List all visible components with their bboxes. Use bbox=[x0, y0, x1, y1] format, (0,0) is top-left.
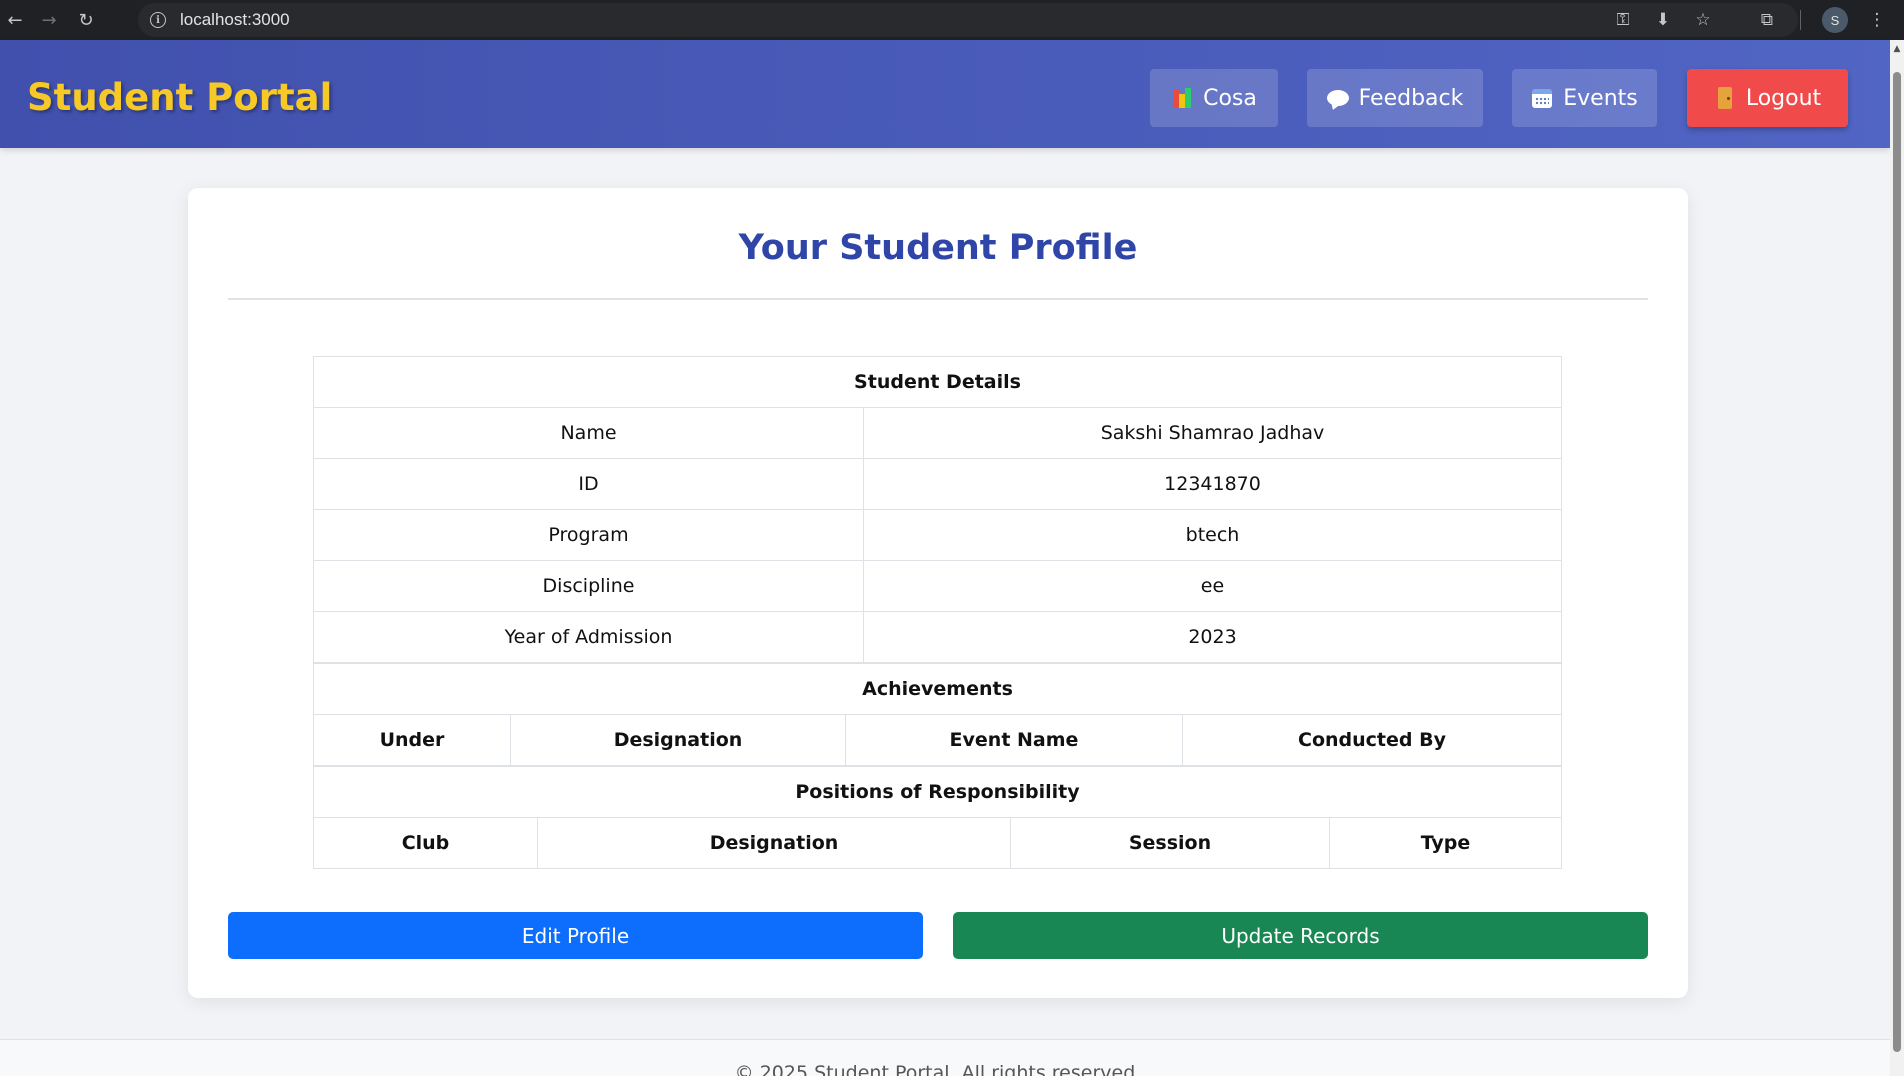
table-header-row: Under Designation Event Name Conducted B… bbox=[313, 714, 1562, 766]
detail-value: 12341870 bbox=[863, 458, 1562, 510]
table-row: Year of Admission 2023 bbox=[313, 611, 1562, 663]
column-header: Conducted By bbox=[1182, 714, 1562, 766]
reload-icon[interactable]: ↻ bbox=[74, 8, 98, 32]
browser-toolbar: ← → ↻ i localhost:3000 ⚿ ⬇ ☆ ⧉ S ⋮ bbox=[0, 0, 1904, 40]
achievements-table: Achievements Under Designation Event Nam… bbox=[313, 663, 1562, 766]
profile-avatar[interactable]: S bbox=[1822, 7, 1848, 33]
update-records-button[interactable]: Update Records bbox=[953, 912, 1648, 959]
extensions-icon[interactable]: ⧉ bbox=[1756, 9, 1778, 31]
page-title: Your Student Profile bbox=[738, 228, 1138, 268]
positions-table: Positions of Responsibility Club Designa… bbox=[313, 766, 1562, 869]
student-details-table: Student Details Name Sakshi Shamrao Jadh… bbox=[313, 356, 1562, 663]
detail-value: Sakshi Shamrao Jadhav bbox=[863, 407, 1562, 459]
books-icon bbox=[1171, 87, 1193, 109]
column-header: Designation bbox=[537, 817, 1011, 869]
edit-profile-button[interactable]: Edit Profile bbox=[228, 912, 923, 959]
footer-text: © 2025 Student Portal. All rights reserv… bbox=[734, 1062, 1142, 1076]
url-text[interactable]: localhost:3000 bbox=[180, 10, 290, 30]
back-arrow-icon[interactable]: ← bbox=[3, 8, 27, 32]
nav-events-button[interactable]: Events bbox=[1512, 69, 1657, 127]
detail-value: ee bbox=[863, 560, 1562, 612]
column-header: Under bbox=[313, 714, 511, 766]
nav-logout-label: Logout bbox=[1745, 85, 1822, 111]
nav-logout-button[interactable]: Logout bbox=[1687, 69, 1848, 127]
toolbar-divider bbox=[1800, 10, 1801, 30]
nav-feedback-button[interactable]: Feedback bbox=[1307, 69, 1483, 127]
column-header: Type bbox=[1329, 817, 1562, 869]
door-icon bbox=[1714, 87, 1736, 109]
scrollbar[interactable]: ▲ bbox=[1890, 40, 1904, 1076]
student-details-heading: Student Details bbox=[313, 356, 1562, 408]
profile-card: Your Student Profile Student Details Nam… bbox=[188, 188, 1688, 998]
install-app-icon[interactable]: ⬇ bbox=[1652, 9, 1674, 31]
detail-label: Program bbox=[313, 509, 864, 561]
site-info-icon[interactable]: i bbox=[150, 12, 166, 28]
app-header: Student Portal Cosa Feedback Events Logo… bbox=[0, 40, 1890, 148]
footer: © 2025 Student Portal. All rights reserv… bbox=[0, 1039, 1890, 1076]
bookmark-star-icon[interactable]: ☆ bbox=[1692, 9, 1714, 31]
table-row: ID 12341870 bbox=[313, 458, 1562, 510]
table-row: Program btech bbox=[313, 509, 1562, 561]
nav-cosa-button[interactable]: Cosa bbox=[1150, 69, 1278, 127]
calendar-icon bbox=[1531, 87, 1553, 109]
address-bar[interactable]: i localhost:3000 bbox=[138, 3, 1798, 37]
detail-label: Discipline bbox=[313, 560, 864, 612]
nav-events-label: Events bbox=[1563, 85, 1638, 111]
achievements-heading: Achievements bbox=[313, 663, 1562, 715]
detail-label: Name bbox=[313, 407, 864, 459]
detail-value: btech bbox=[863, 509, 1562, 561]
scroll-up-arrow-icon[interactable]: ▲ bbox=[1892, 44, 1902, 54]
speech-bubble-icon bbox=[1326, 87, 1349, 109]
forward-arrow-icon[interactable]: → bbox=[37, 8, 61, 32]
table-header-row: Club Designation Session Type bbox=[313, 817, 1562, 869]
nav-feedback-label: Feedback bbox=[1358, 85, 1464, 111]
key-icon[interactable]: ⚿ bbox=[1612, 9, 1634, 31]
table-row: Discipline ee bbox=[313, 560, 1562, 612]
column-header: Session bbox=[1010, 817, 1330, 869]
more-menu-icon[interactable]: ⋮ bbox=[1866, 9, 1888, 31]
brand-title[interactable]: Student Portal bbox=[27, 76, 332, 119]
scroll-thumb[interactable] bbox=[1893, 72, 1901, 1052]
detail-value: 2023 bbox=[863, 611, 1562, 663]
column-header: Club bbox=[313, 817, 538, 869]
title-divider bbox=[228, 298, 1648, 300]
table-row: Name Sakshi Shamrao Jadhav bbox=[313, 407, 1562, 459]
nav-cosa-label: Cosa bbox=[1203, 85, 1257, 111]
detail-label: Year of Admission bbox=[313, 611, 864, 663]
detail-label: ID bbox=[313, 458, 864, 510]
positions-heading: Positions of Responsibility bbox=[313, 766, 1562, 818]
column-header: Event Name bbox=[845, 714, 1183, 766]
column-header: Designation bbox=[510, 714, 846, 766]
